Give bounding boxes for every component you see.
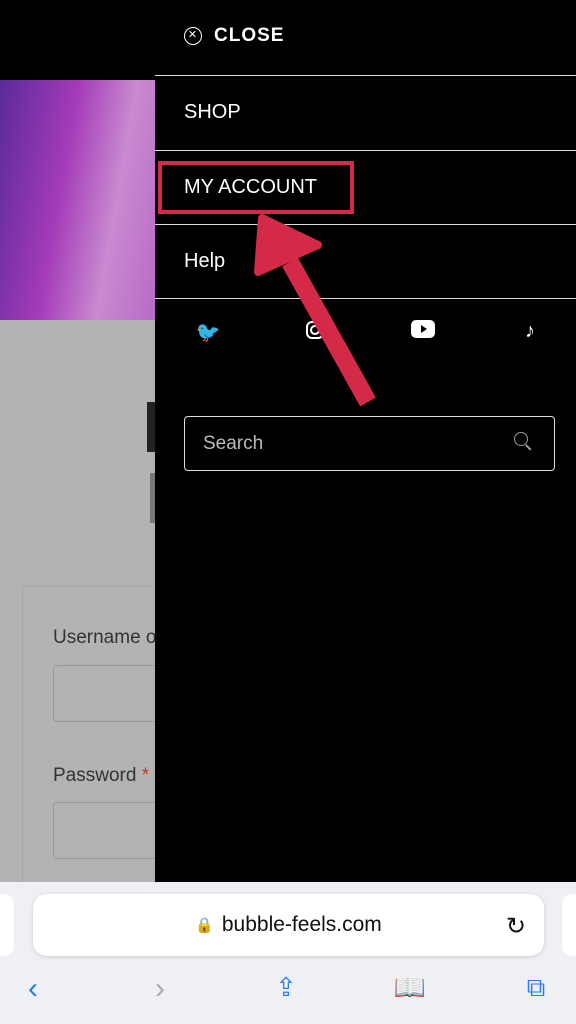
prev-tab-edge[interactable] (0, 894, 14, 956)
back-icon[interactable]: ‹ (13, 972, 53, 1006)
share-icon[interactable]: ⇪ (266, 972, 306, 1003)
reload-icon[interactable]: ↻ (506, 912, 526, 941)
forward-icon[interactable]: › (140, 972, 180, 1006)
safari-toolbar: 🔒 bubble-feels.com ↻ ‹ › ⇪ 📖 ⧉ (0, 882, 576, 1024)
address-bar[interactable]: 🔒 bubble-feels.com ↻ (33, 894, 544, 956)
tabs-icon[interactable]: ⧉ (516, 972, 556, 1004)
url-text: bubble-feels.com (221, 913, 382, 936)
lock-icon: 🔒 (195, 917, 214, 934)
next-tab-edge[interactable] (562, 894, 576, 956)
annotation-arrow (254, 214, 376, 407)
bookmarks-icon[interactable]: 📖 (390, 972, 430, 1003)
